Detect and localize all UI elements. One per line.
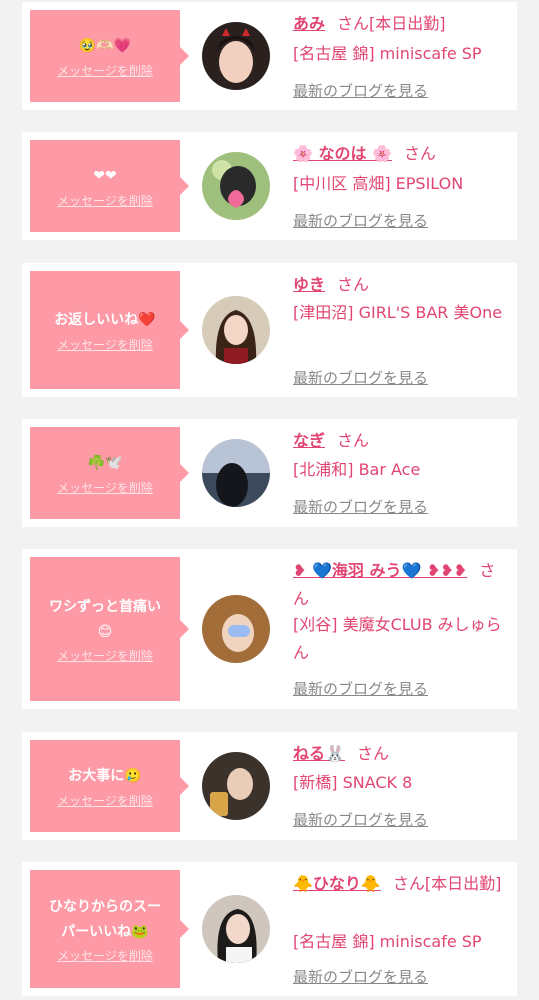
delete-message-link[interactable]: メッセージを削除 [57,647,153,664]
message-bubble: ひなりからのスーパーいいね🐸 メッセージを削除 [30,870,189,988]
shop-name: [津田沼] GIRL'S BAR 美One [293,303,503,322]
avatar[interactable] [202,895,270,963]
message-text: 🥹🫶🏻💗 [78,38,132,54]
girl-name-link[interactable]: ❥ 💙海羽 みう💙 ❥❥❥ [293,561,467,580]
honorific: さん [392,874,425,893]
message-card: お大事に🥲 メッセージを削除 ねる🐰 さん [新橋] SNACK 8 最新のブログ… [22,732,517,840]
message-card: ワシずっと首痛い😊 メッセージを削除 ❥ 💙海羽 みう💙 ❥❥❥ さん [刈谷] … [22,549,517,709]
blog-link[interactable]: 最新のブログを見る [293,496,428,517]
name-line: ❥ 💙海羽 みう💙 ❥❥❥ さん [293,557,511,613]
delete-message-link[interactable]: メッセージを削除 [57,947,153,964]
blog-link[interactable]: 最新のブログを見る [293,80,428,101]
avatar[interactable] [202,22,270,90]
blog-link[interactable]: 最新のブログを見る [293,809,428,830]
message-text: お大事に🥲 [68,768,142,784]
delete-message-link[interactable]: メッセージを削除 [57,479,153,496]
honorific: さん [337,431,370,450]
avatar[interactable] [202,595,270,663]
message-text: ひなりからのスーパーいいね🐸 [49,898,161,940]
girl-name-link[interactable]: ゆき [293,275,325,294]
message-card: 🥹🫶🏻💗 メッセージを削除 あみ さん[本日出勤] [名古屋 錦] minisca… [22,2,517,110]
attendance-status: [本日出勤] [369,14,446,33]
shop-name: [新橋] SNACK 8 [293,773,413,792]
message-text: ワシずっと首痛い😊 [49,598,161,640]
delete-message-link[interactable]: メッセージを削除 [57,336,153,353]
shop-name: [中川区 高畑] EPSILON [293,174,464,193]
blog-link[interactable]: 最新のブログを見る [293,367,428,388]
shop-name: [刈谷] 美魔女CLUB みしゅらん [293,615,502,662]
message-bubble: お返しいいね❤️ メッセージを削除 [30,271,189,389]
blog-link[interactable]: 最新のブログを見る [293,966,428,987]
girl-name-link[interactable]: ねる🐰 [293,744,345,763]
message-text: ☘️🕊️ [87,455,123,471]
honorific: さん [404,144,437,163]
message-bubble: お大事に🥲 メッセージを削除 [30,740,189,832]
avatar[interactable] [202,439,270,507]
girl-name-link[interactable]: あみ [293,14,325,33]
avatar[interactable] [202,752,270,820]
name-line: あみ さん[本日出勤] [293,10,511,38]
shop-name: [名古屋 錦] miniscafe SP [293,44,482,63]
name-line: ゆき さん [293,271,511,299]
girl-name-link[interactable]: 🐥ひなり🐥 [293,874,381,893]
name-line: 🌸 なのは 🌸 さん [293,140,511,168]
shop-name: [北浦和] Bar Ace [293,460,421,479]
delete-message-link[interactable]: メッセージを削除 [57,792,153,809]
name-line: なぎ さん [293,427,511,455]
delete-message-link[interactable]: メッセージを削除 [57,62,153,79]
honorific: さん [337,275,370,294]
honorific: さん [356,744,389,763]
delete-message-link[interactable]: メッセージを削除 [57,192,153,209]
name-line: ねる🐰 さん [293,740,511,768]
message-bubble: ワシずっと首痛い😊 メッセージを削除 [30,557,189,701]
avatar[interactable] [202,152,270,220]
message-text: お返しいいね❤️ [54,312,156,328]
message-card: ひなりからのスーパーいいね🐸 メッセージを削除 🐥ひなり🐥 さん[本日出勤] [名… [22,862,517,996]
girl-name-link[interactable]: 🌸 なのは 🌸 [293,144,392,163]
girl-name-link[interactable]: なぎ [293,431,325,450]
message-card: ☘️🕊️ メッセージを削除 なぎ さん [北浦和] Bar Ace 最新のブログを… [22,419,517,527]
message-text: ❤︎❤︎ [93,168,117,184]
message-bubble: ❤︎❤︎ メッセージを削除 [30,140,189,232]
message-bubble: ☘️🕊️ メッセージを削除 [30,427,189,519]
blog-link[interactable]: 最新のブログを見る [293,210,428,231]
name-line: 🐥ひなり🐥 さん[本日出勤] [293,870,511,898]
message-card: お返しいいね❤️ メッセージを削除 ゆき さん [津田沼] GIRL'S BAR … [22,263,517,397]
blog-link[interactable]: 最新のブログを見る [293,678,428,699]
message-card: ❤︎❤︎ メッセージを削除 🌸 なのは 🌸 さん [中川区 高畑] EPSILON… [22,132,517,240]
avatar[interactable] [202,296,270,364]
shop-name: [名古屋 錦] miniscafe SP [293,932,482,951]
message-bubble: 🥹🫶🏻💗 メッセージを削除 [30,10,189,102]
honorific: さん [337,14,370,33]
attendance-status: [本日出勤] [424,874,502,893]
